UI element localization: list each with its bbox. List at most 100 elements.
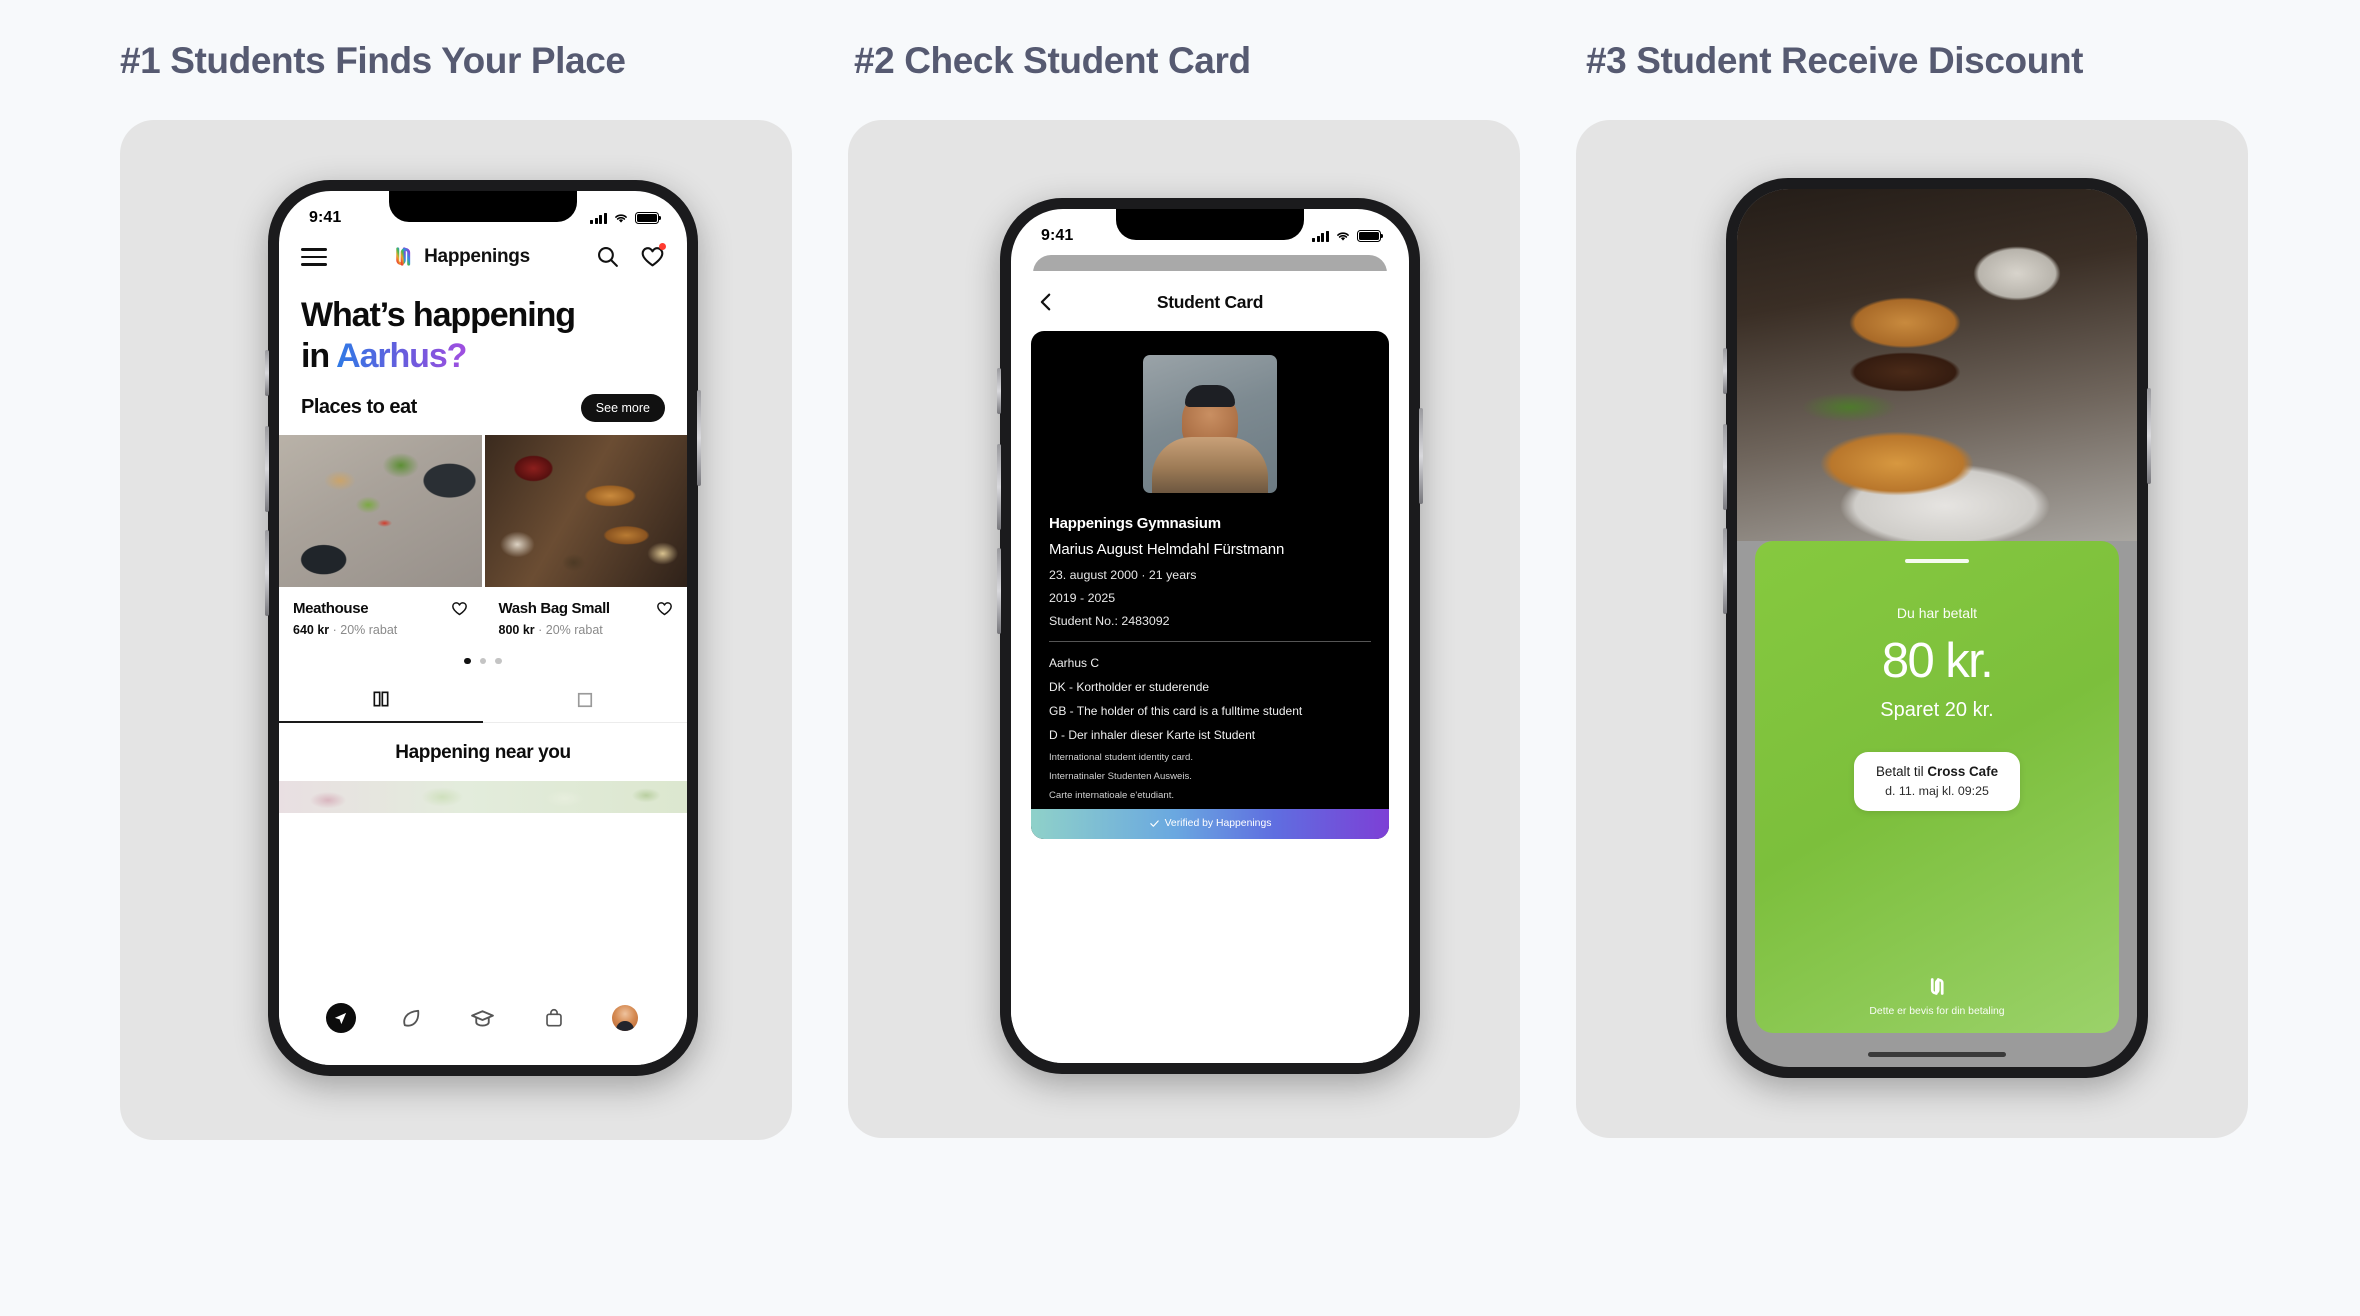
hero-title: What’s happening in Aarhus? [279, 283, 687, 378]
section-title: Places to eat [301, 396, 417, 419]
heart-outline-icon[interactable] [451, 600, 468, 617]
place-meta: Wash Bag Small 800 kr · 20% rabat [485, 587, 688, 641]
place-top: Meathouse [293, 600, 468, 617]
step-column-3: #3 Student Receive Discount Du har betal… [1576, 40, 2248, 1140]
carousel-dot[interactable] [495, 657, 502, 665]
place-card[interactable]: Wash Bag Small 800 kr · 20% rabat [484, 434, 688, 641]
card-small-fr: Carte internatioale e'etudiant. [1049, 790, 1175, 801]
place-photo [279, 434, 482, 587]
phone-power-button [1419, 408, 1423, 504]
phone-volume-button [265, 530, 269, 616]
phone-card-2: 9:41 Student Card Happenings Gymnasium M… [848, 120, 1520, 1138]
verified-banner: Verified by Happenings [1031, 809, 1389, 839]
search-icon[interactable] [595, 244, 620, 269]
heart-outline-icon[interactable] [656, 600, 673, 617]
nav-student[interactable] [468, 1003, 498, 1033]
brand: Happenings [392, 245, 530, 268]
school-name: Happenings Gymnasium [1049, 515, 1221, 532]
hamburger-menu-icon[interactable] [301, 243, 327, 271]
phone-volume-button [997, 548, 1001, 634]
sheet-title: Student Card [1156, 291, 1264, 312]
student-id-card: Happenings Gymnasium Marius August Helmd… [1031, 331, 1389, 839]
steps-columns: #1 Students Finds Your Place 9:41 Happen… [0, 0, 2360, 1140]
student-number: Student No.: 2483092 [1049, 614, 1170, 628]
card-small-en: International student identity card. [1049, 752, 1193, 763]
hero-line-1: What’s happening [301, 295, 576, 334]
phone-2-screen: 9:41 Student Card Happenings Gymnasium M… [1011, 209, 1409, 1063]
receipt-merchant: Cross Cafe [1927, 764, 1999, 779]
bottom-tab-bar [279, 985, 687, 1065]
drag-handle-icon[interactable] [1905, 559, 1969, 563]
step-column-1: #1 Students Finds Your Place 9:41 Happen… [120, 40, 792, 1140]
wifi-icon [615, 214, 627, 223]
phone-card-1: 9:41 Happenings What’s happening in Aarh… [120, 120, 792, 1140]
place-card[interactable]: Meathouse 640 kr · 20% rabat [279, 434, 482, 641]
hero-line-2: in Aarhus? [301, 336, 665, 377]
student-photo-hair [1185, 385, 1235, 408]
phone-power-button [697, 390, 701, 486]
wifi-icon [1337, 232, 1349, 241]
signal-bars-icon [590, 212, 607, 224]
nav-profile[interactable] [610, 1003, 640, 1033]
place-price-value: 640 kr [293, 622, 330, 637]
merchant-photo [1737, 189, 2137, 541]
payment-footer: Dette er bevis for din betaling [1869, 976, 2005, 1017]
phone-notch [389, 191, 577, 222]
carousel-dot[interactable] [479, 657, 487, 665]
student-card-sheet: Student Card Happenings Gymnasium Marius… [1011, 271, 1409, 1063]
payment-label: Du har betalt [1896, 605, 1978, 621]
student-years: 2019 - 2025 [1049, 591, 1116, 605]
happenings-logo-icon [1930, 978, 1944, 995]
leaf-icon [403, 1009, 420, 1027]
place-meta: Meathouse 640 kr · 20% rabat [279, 587, 482, 641]
student-birth: 23. august 2000 · 21 years [1049, 568, 1197, 582]
phone-card-3: Du har betalt 80 kr. Sparet 20 kr. Betal… [1576, 120, 2248, 1138]
place-sep: · [534, 622, 546, 637]
step-1-heading: #1 Students Finds Your Place [120, 40, 626, 81]
page-root: #1 Students Finds Your Place 9:41 Happen… [0, 0, 2360, 1316]
tab-columns-view[interactable] [279, 678, 483, 724]
verified-label: Verified by Happenings [1164, 818, 1272, 829]
payment-amount: 80 kr. [1881, 634, 1994, 688]
status-icons [1312, 230, 1384, 242]
app-header: Happenings [279, 237, 687, 283]
payment-receipt-card: Du har betalt 80 kr. Sparet 20 kr. Betal… [1755, 541, 2119, 1033]
near-you-title: Happening near you [395, 742, 571, 764]
status-icons [590, 212, 662, 224]
student-name: Marius August Helmdahl Fürstmann [1049, 541, 1285, 558]
tab-square-view[interactable] [483, 678, 687, 722]
card-divider [1049, 641, 1371, 642]
carousel-dots[interactable] [279, 641, 687, 679]
place-sep: · [329, 622, 341, 637]
square-view-icon [577, 692, 593, 707]
phone-power-button [2147, 388, 2151, 484]
receipt-merchant-line: Betalt til Cross Cafe [1876, 764, 1998, 779]
near-you-photo [279, 781, 687, 814]
card-city: Aarhus C [1049, 656, 1100, 670]
columns-view-icon [373, 691, 389, 707]
place-price: 800 kr · 20% rabat [499, 623, 674, 637]
happenings-logo-icon [396, 247, 411, 267]
receipt-time: d. 11. maj kl. 09:25 [1885, 784, 1989, 798]
heart-icon[interactable] [640, 243, 666, 269]
navigation-arrow-icon [325, 1003, 356, 1033]
payment-saved: Sparet 20 kr. [1880, 699, 1994, 721]
step-2-heading: #2 Check Student Card [854, 40, 1251, 81]
place-price-value: 800 kr [498, 622, 535, 637]
place-top: Wash Bag Small [499, 600, 674, 617]
nav-shop[interactable] [539, 1003, 569, 1033]
nav-explore[interactable] [325, 1003, 356, 1033]
carousel-dot[interactable] [464, 657, 471, 665]
see-more-button[interactable]: See more [580, 393, 665, 422]
card-small-de: Internatinaler Studenten Ausweis. [1049, 771, 1192, 782]
nav-eco[interactable] [397, 1003, 427, 1033]
place-discount: 20% rabat [340, 622, 398, 637]
check-icon [1149, 820, 1159, 827]
home-indicator [1868, 1052, 2006, 1057]
step-3-heading: #3 Student Receive Discount [1586, 40, 2084, 81]
phone-mockup-3: Du har betalt 80 kr. Sparet 20 kr. Betal… [1723, 178, 2151, 1078]
hero-city: Aarhus? [336, 337, 467, 376]
view-tabs [279, 678, 687, 724]
phone-notch [1116, 209, 1304, 240]
student-photo [1143, 355, 1277, 493]
